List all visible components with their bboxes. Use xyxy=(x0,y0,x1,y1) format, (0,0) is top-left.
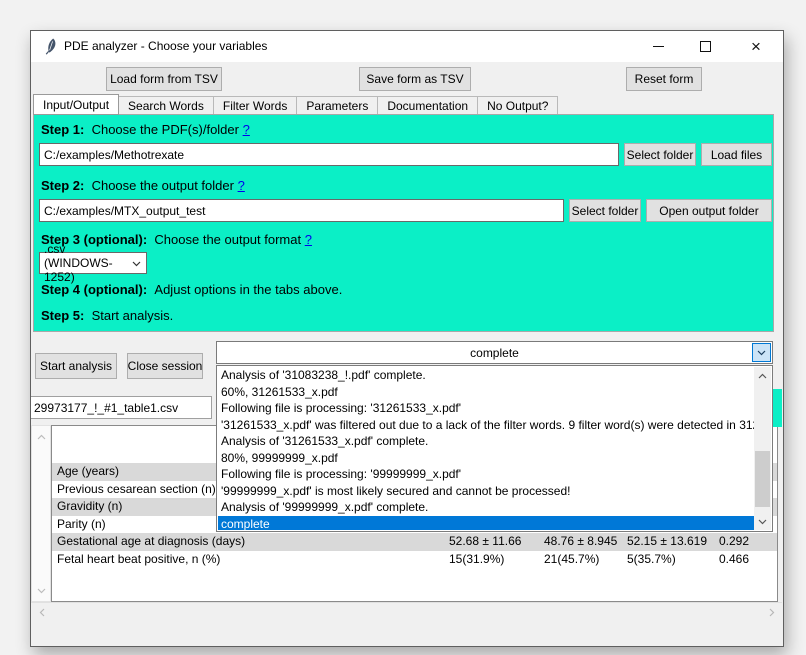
log-item[interactable]: '31261533_x.pdf' was filtered out due to… xyxy=(218,417,754,434)
step3-help-link[interactable]: ? xyxy=(305,232,312,247)
tab-documentation[interactable]: Documentation xyxy=(378,96,478,115)
close-button[interactable]: × xyxy=(730,31,782,61)
scroll-up-button[interactable] xyxy=(754,367,771,384)
input-output-pane: Step 1: Choose the PDF(s)/folder ? Selec… xyxy=(33,114,774,332)
cell: 21(45.7%) xyxy=(544,552,599,566)
scroll-down-button[interactable] xyxy=(33,582,50,599)
chevron-down-icon xyxy=(757,350,766,356)
table-row: Fetal heart beat positive, n (%) 15(31.9… xyxy=(52,551,777,569)
step3-text: Choose the output format xyxy=(154,232,301,247)
output-format-select[interactable]: .csv (WINDOWS-1252) xyxy=(39,252,147,274)
chevron-left-icon xyxy=(39,608,45,617)
status-dropdown-list: Analysis of '31083238_!.pdf' complete. 6… xyxy=(216,365,773,532)
status-combobox-value: complete xyxy=(470,346,519,360)
window-title: PDE analyzer - Choose your variables xyxy=(64,39,267,53)
output-format-value: .csv (WINDOWS-1252) xyxy=(44,242,132,284)
cell: 52.68 ± 11.66 xyxy=(449,534,521,548)
scrollbar-thumb[interactable] xyxy=(755,451,770,507)
table-horizontal-scrollbar[interactable] xyxy=(31,602,782,620)
table-row: Gestational age at diagnosis (days) 52.6… xyxy=(52,533,777,551)
status-combobox[interactable]: complete xyxy=(216,341,773,364)
close-icon: × xyxy=(751,38,761,55)
tab-bar: Input/Output Search Words Filter Words P… xyxy=(33,94,558,115)
cell: 48.76 ± 8.945 xyxy=(544,534,617,548)
step2-select-folder-button[interactable]: Select folder xyxy=(569,199,641,222)
step4-label: Step 4 (optional): Adjust options in the… xyxy=(41,282,342,297)
step1-select-folder-button[interactable]: Select folder xyxy=(624,143,696,166)
log-item[interactable]: 60%, 31261533_x.pdf xyxy=(218,384,754,401)
row-label: Fetal heart beat positive, n (%) xyxy=(57,552,220,566)
dropdown-scrollbar[interactable] xyxy=(754,367,771,530)
scroll-left-button[interactable] xyxy=(33,604,50,621)
minimize-icon xyxy=(653,46,664,47)
step1-label: Step 1: Choose the PDF(s)/folder ? xyxy=(41,122,250,137)
step4-text: Adjust options in the tabs above. xyxy=(154,282,342,297)
step2-text: Choose the output folder xyxy=(92,178,234,193)
log-item[interactable]: Following file is processing: '31261533_… xyxy=(218,400,754,417)
row-label: Age (years) xyxy=(57,464,119,478)
open-output-folder-button[interactable]: Open output folder xyxy=(646,199,772,222)
step2-label: Step 2: Choose the output folder ? xyxy=(41,178,245,193)
row-label: Gravidity (n) xyxy=(57,499,122,513)
maximize-icon xyxy=(700,41,711,52)
chevron-right-icon xyxy=(769,608,775,617)
cell: 0.466 xyxy=(719,552,749,566)
save-form-tsv-button[interactable]: Save form as TSV xyxy=(359,67,471,91)
log-items: Analysis of '31083238_!.pdf' complete. 6… xyxy=(218,367,754,530)
log-item-selected[interactable]: complete xyxy=(218,516,754,531)
output-folder-input[interactable] xyxy=(39,199,564,222)
log-item[interactable]: '99999999_x.pdf' is most likely secured … xyxy=(218,483,754,500)
tab-no-output[interactable]: No Output? xyxy=(478,96,558,115)
chevron-up-icon xyxy=(758,373,767,379)
chevron-down-icon xyxy=(758,519,767,525)
step4-bold: Step 4 (optional): xyxy=(41,282,147,297)
table-vertical-scrollbar[interactable] xyxy=(31,425,51,602)
cell: 0.292 xyxy=(719,534,749,548)
app-window: PDE analyzer - Choose your variables × L… xyxy=(30,30,784,647)
log-item[interactable]: Analysis of '31083238_!.pdf' complete. xyxy=(218,367,754,384)
log-item[interactable]: Analysis of '31261533_x.pdf' complete. xyxy=(218,433,754,450)
log-item[interactable]: Following file is processing: '99999999_… xyxy=(218,466,754,483)
chevron-down-icon xyxy=(132,256,141,270)
step2-help-link[interactable]: ? xyxy=(238,178,245,193)
cell: 15(31.9%) xyxy=(449,552,504,566)
load-form-tsv-button[interactable]: Load form from TSV xyxy=(106,67,222,91)
row-label: Previous cesarean section (n) xyxy=(57,482,216,496)
start-analysis-button[interactable]: Start analysis xyxy=(35,353,117,379)
python-feather-icon xyxy=(44,38,57,60)
step1-bold: Step 1: xyxy=(41,122,84,137)
chevron-down-icon xyxy=(37,588,46,594)
log-item[interactable]: Analysis of '99999999_x.pdf' complete. xyxy=(218,499,754,516)
tab-input-output[interactable]: Input/Output xyxy=(33,94,119,115)
step1-text: Choose the PDF(s)/folder xyxy=(92,122,239,137)
tab-filter-words[interactable]: Filter Words xyxy=(214,96,297,115)
teal-scrollbar-fragment xyxy=(773,389,782,427)
tab-search-words[interactable]: Search Words xyxy=(119,96,214,115)
minimize-button[interactable] xyxy=(635,31,681,61)
status-combobox-arrow[interactable] xyxy=(752,343,771,362)
maximize-button[interactable] xyxy=(682,31,728,61)
cell: 52.15 ± 13.619 xyxy=(627,534,707,548)
current-output-file-field[interactable]: 29973177_!_#1_table1.csv xyxy=(31,396,212,419)
row-label: Parity (n) xyxy=(57,517,106,531)
step5-label: Step 5: Start analysis. xyxy=(41,308,173,323)
step5-bold: Step 5: xyxy=(41,308,84,323)
close-session-button[interactable]: Close session xyxy=(127,353,203,379)
reset-form-button[interactable]: Reset form xyxy=(626,67,702,91)
step5-text: Start analysis. xyxy=(92,308,174,323)
pdf-path-input[interactable] xyxy=(39,143,619,166)
scroll-down-button[interactable] xyxy=(754,513,771,530)
row-label: Gestational age at diagnosis (days) xyxy=(57,534,245,548)
cell: 5(35.7%) xyxy=(627,552,676,566)
load-files-button[interactable]: Load files xyxy=(701,143,772,166)
chevron-up-icon xyxy=(37,434,46,440)
step2-bold: Step 2: xyxy=(41,178,84,193)
title-bar: PDE analyzer - Choose your variables × xyxy=(31,31,783,62)
step1-help-link[interactable]: ? xyxy=(243,122,250,137)
log-item[interactable]: 80%, 99999999_x.pdf xyxy=(218,450,754,467)
tab-parameters[interactable]: Parameters xyxy=(297,96,378,115)
scroll-right-button[interactable] xyxy=(763,604,780,621)
scroll-up-button[interactable] xyxy=(33,428,50,445)
